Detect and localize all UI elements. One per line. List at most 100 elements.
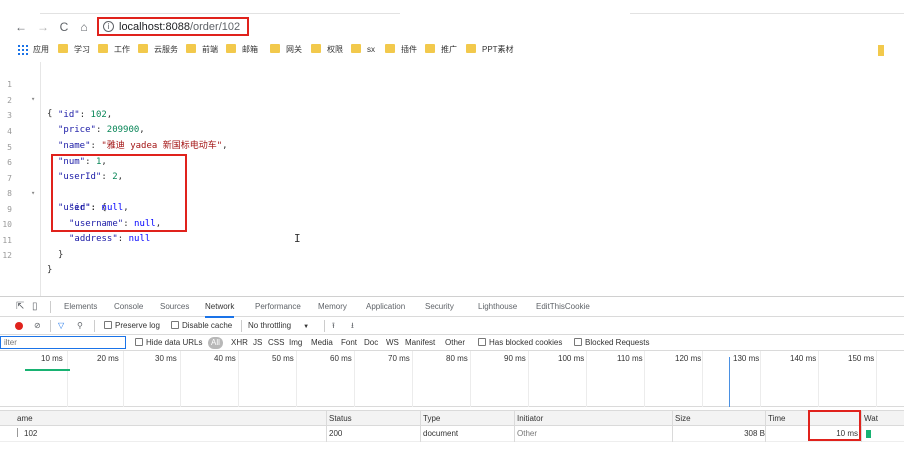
filter-input[interactable] [0, 336, 126, 349]
tab-elements[interactable]: Elements [64, 301, 97, 313]
bookmark-folder[interactable]: 权限 [311, 43, 343, 57]
timeline-gridline [470, 351, 471, 407]
table-header: ame Status Type Initiator Size Time Wat [0, 410, 904, 426]
tab-sources[interactable]: Sources [160, 301, 189, 313]
disable-cache-checkbox[interactable]: Disable cache [171, 320, 232, 332]
column-header-status[interactable]: Status [329, 413, 352, 425]
filter-type-other[interactable]: Other [445, 337, 465, 349]
has-blocked-cookies-checkbox[interactable]: Has blocked cookies [478, 337, 562, 349]
table-row[interactable]: 102 200 document Other 308 B 10 ms [0, 426, 904, 442]
filter-type-img[interactable]: Img [289, 337, 302, 349]
search-icon[interactable]: ⚲ [77, 320, 83, 332]
column-header-size[interactable]: Size [675, 413, 691, 425]
timeline-gridline [412, 351, 413, 407]
timeline-tick-label: 120 ms [675, 354, 702, 363]
info-icon[interactable]: i [103, 21, 114, 32]
timeline-gridline [528, 351, 529, 407]
column-header-initiator[interactable]: Initiator [517, 413, 543, 425]
bookmark-folder[interactable]: 插件 [385, 43, 417, 57]
filter-type-all[interactable]: All [208, 337, 223, 349]
folder-icon [351, 44, 361, 53]
apps-grid-icon[interactable] [18, 45, 28, 55]
timeline-tick-label: 10 ms [41, 354, 63, 363]
bookmark-folder[interactable]: sx [351, 43, 375, 57]
timeline-gridline [123, 351, 124, 407]
filter-type-xhr[interactable]: XHR [231, 337, 248, 349]
json-line: 5 "num": 1, [0, 125, 904, 167]
folder-icon [311, 44, 321, 53]
divider [50, 301, 51, 313]
timeline-tick-label: 60 ms [330, 354, 352, 363]
device-toolbar-icon[interactable]: ▯ [32, 301, 38, 313]
checkbox-box [104, 321, 112, 329]
bookmark-folder[interactable]: 推广 [425, 43, 457, 57]
tab-performance[interactable]: Performance [255, 301, 301, 313]
column-divider[interactable] [861, 410, 862, 442]
timeline-tick-label: 50 ms [272, 354, 294, 363]
filter-bar: Hide data URLs All XHR JS CSS Img Media … [0, 335, 904, 351]
bookmark-folder[interactable]: 网关 [270, 43, 302, 57]
tab-editthiscookie[interactable]: EditThisCookie [536, 301, 590, 313]
timeline-gridline [644, 351, 645, 407]
column-divider[interactable] [672, 410, 673, 442]
folder-icon [58, 44, 68, 53]
bookmark-apps[interactable]: 应用 [33, 43, 49, 57]
throttling-select[interactable]: No throttling ▼ [248, 320, 309, 333]
tab-network[interactable]: Network [205, 301, 235, 318]
record-button[interactable] [15, 322, 23, 330]
url-text[interactable]: localhost:8088/order/102 [119, 20, 240, 34]
filter-type-font[interactable]: Font [341, 337, 357, 349]
column-header-name[interactable]: ame [17, 413, 33, 425]
json-line: 12 } [0, 233, 904, 275]
tab-memory[interactable]: Memory [318, 301, 347, 313]
column-header-waterfall[interactable]: Wat [864, 413, 878, 425]
column-header-type[interactable]: Type [423, 413, 440, 425]
network-overview-timeline[interactable]: 10 ms 20 ms 30 ms 40 ms 50 ms 60 ms 70 m… [0, 351, 904, 407]
filter-type-ws[interactable]: WS [386, 337, 399, 349]
bookmark-folder[interactable]: 学习 [58, 43, 90, 57]
folder-icon [186, 44, 196, 53]
filter-type-css[interactable]: CSS [268, 337, 284, 349]
bookmark-folder[interactable]: 邮箱 [226, 43, 258, 57]
bookmark-folder[interactable]: 云服务 [138, 43, 178, 57]
filter-type-js[interactable]: JS [253, 337, 262, 349]
back-button[interactable]: ← [14, 20, 28, 34]
bookmark-folder[interactable]: 工作 [98, 43, 130, 57]
filter-type-manifest[interactable]: Manifest [405, 337, 435, 349]
reload-button[interactable]: C [57, 20, 71, 34]
filter-funnel-icon[interactable]: ▽ [58, 320, 64, 332]
hide-data-urls-checkbox[interactable]: Hide data URLs [135, 337, 202, 349]
filter-type-doc[interactable]: Doc [364, 337, 378, 349]
bookmark-overflow-folder-icon[interactable] [878, 45, 884, 56]
forward-button[interactable]: → [36, 20, 50, 34]
column-divider[interactable] [420, 410, 421, 442]
tab-security[interactable]: Security [425, 301, 454, 313]
filter-type-media[interactable]: Media [311, 337, 333, 349]
timeline-gridline [818, 351, 819, 407]
timeline-tick-label: 130 ms [733, 354, 760, 363]
address-bar[interactable]: i localhost:8088/order/102 [97, 17, 249, 36]
preserve-log-checkbox[interactable]: Preserve log [104, 320, 160, 332]
tab-application[interactable]: Application [366, 301, 405, 313]
bookmark-folder[interactable]: 前端 [186, 43, 218, 57]
column-header-time[interactable]: Time [768, 413, 785, 425]
timeline-tick-label: 110 ms [617, 354, 643, 363]
column-divider[interactable] [514, 410, 515, 442]
export-har-icon[interactable]: ⭳ [351, 320, 354, 332]
tab-console[interactable]: Console [114, 301, 143, 313]
waterfall-bar [866, 430, 871, 438]
timeline-tick-label: 90 ms [504, 354, 526, 363]
clear-icon[interactable]: ⊘ [34, 320, 41, 332]
bookmark-folder[interactable]: PPT素材 [466, 43, 514, 57]
folder-icon [270, 44, 280, 53]
blocked-requests-checkbox[interactable]: Blocked Requests [574, 337, 649, 349]
home-button[interactable]: ⌂ [77, 20, 91, 34]
timeline-tick-label: 70 ms [388, 354, 410, 363]
divider [94, 320, 95, 332]
column-divider[interactable] [765, 410, 766, 442]
inspect-element-icon[interactable]: ⇱ [16, 301, 24, 313]
import-har-icon[interactable]: ⭱ [332, 320, 335, 332]
timeline-gridline [67, 351, 68, 407]
tab-lighthouse[interactable]: Lighthouse [478, 301, 517, 313]
column-divider[interactable] [326, 410, 327, 442]
